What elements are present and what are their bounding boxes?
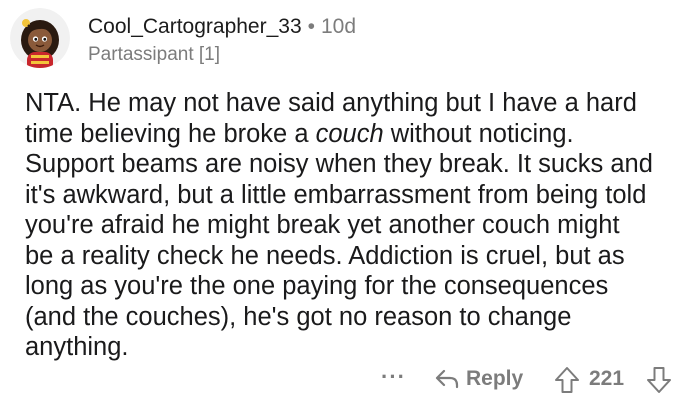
body-line: Support beams are noisy when they break.… <box>25 150 653 178</box>
body-text: without noticing. <box>383 119 574 148</box>
body-line: you're afraid he might break yet another… <box>25 211 620 239</box>
reply-arrow-icon <box>435 369 459 389</box>
downvote-button[interactable] <box>646 366 672 394</box>
meta-separator: • <box>307 15 315 38</box>
avatar[interactable] <box>10 8 70 68</box>
body-text: time believing he broke a <box>25 119 316 148</box>
upvote-arrow-icon <box>555 367 579 393</box>
vote-score: 221 <box>589 367 625 390</box>
reply-button[interactable]: Reply <box>434 364 523 394</box>
avatar-icon <box>10 8 70 68</box>
downvote-arrow-icon <box>647 367 671 393</box>
body-line: NTA. He may not have said anything but I… <box>25 89 637 117</box>
body-line: be a reality check he needs. Addiction i… <box>25 241 625 270</box>
body-line: time believing he broke a couch without … <box>25 119 690 150</box>
comment-age: 10d <box>321 15 357 38</box>
body-line: it's awkward, but a little embarrassment… <box>25 180 647 209</box>
user-flair: Partassipant [1] <box>88 44 221 65</box>
comment: Cool_Cartographer_33 • 10d Partassipant [1… <box>0 0 700 404</box>
body-line: long as you're the one paying for the co… <box>25 272 609 300</box>
body-line: (and the couches), he's got no reason to… <box>25 302 572 331</box>
more-options-button[interactable]: ··· <box>381 362 406 392</box>
body-line: anything. <box>25 333 129 361</box>
comment-header: Cool_Cartographer_33 • 10d <box>88 13 356 41</box>
reply-label: Reply <box>466 367 524 390</box>
author-name[interactable]: Cool_Cartographer_33 <box>88 15 302 38</box>
body-emphasis: couch <box>315 119 384 148</box>
comment-actions: ··· Reply 221 <box>0 362 700 396</box>
upvote-button[interactable] <box>554 366 580 394</box>
comment-body: NTA. He may not have said anything but I… <box>25 88 690 363</box>
